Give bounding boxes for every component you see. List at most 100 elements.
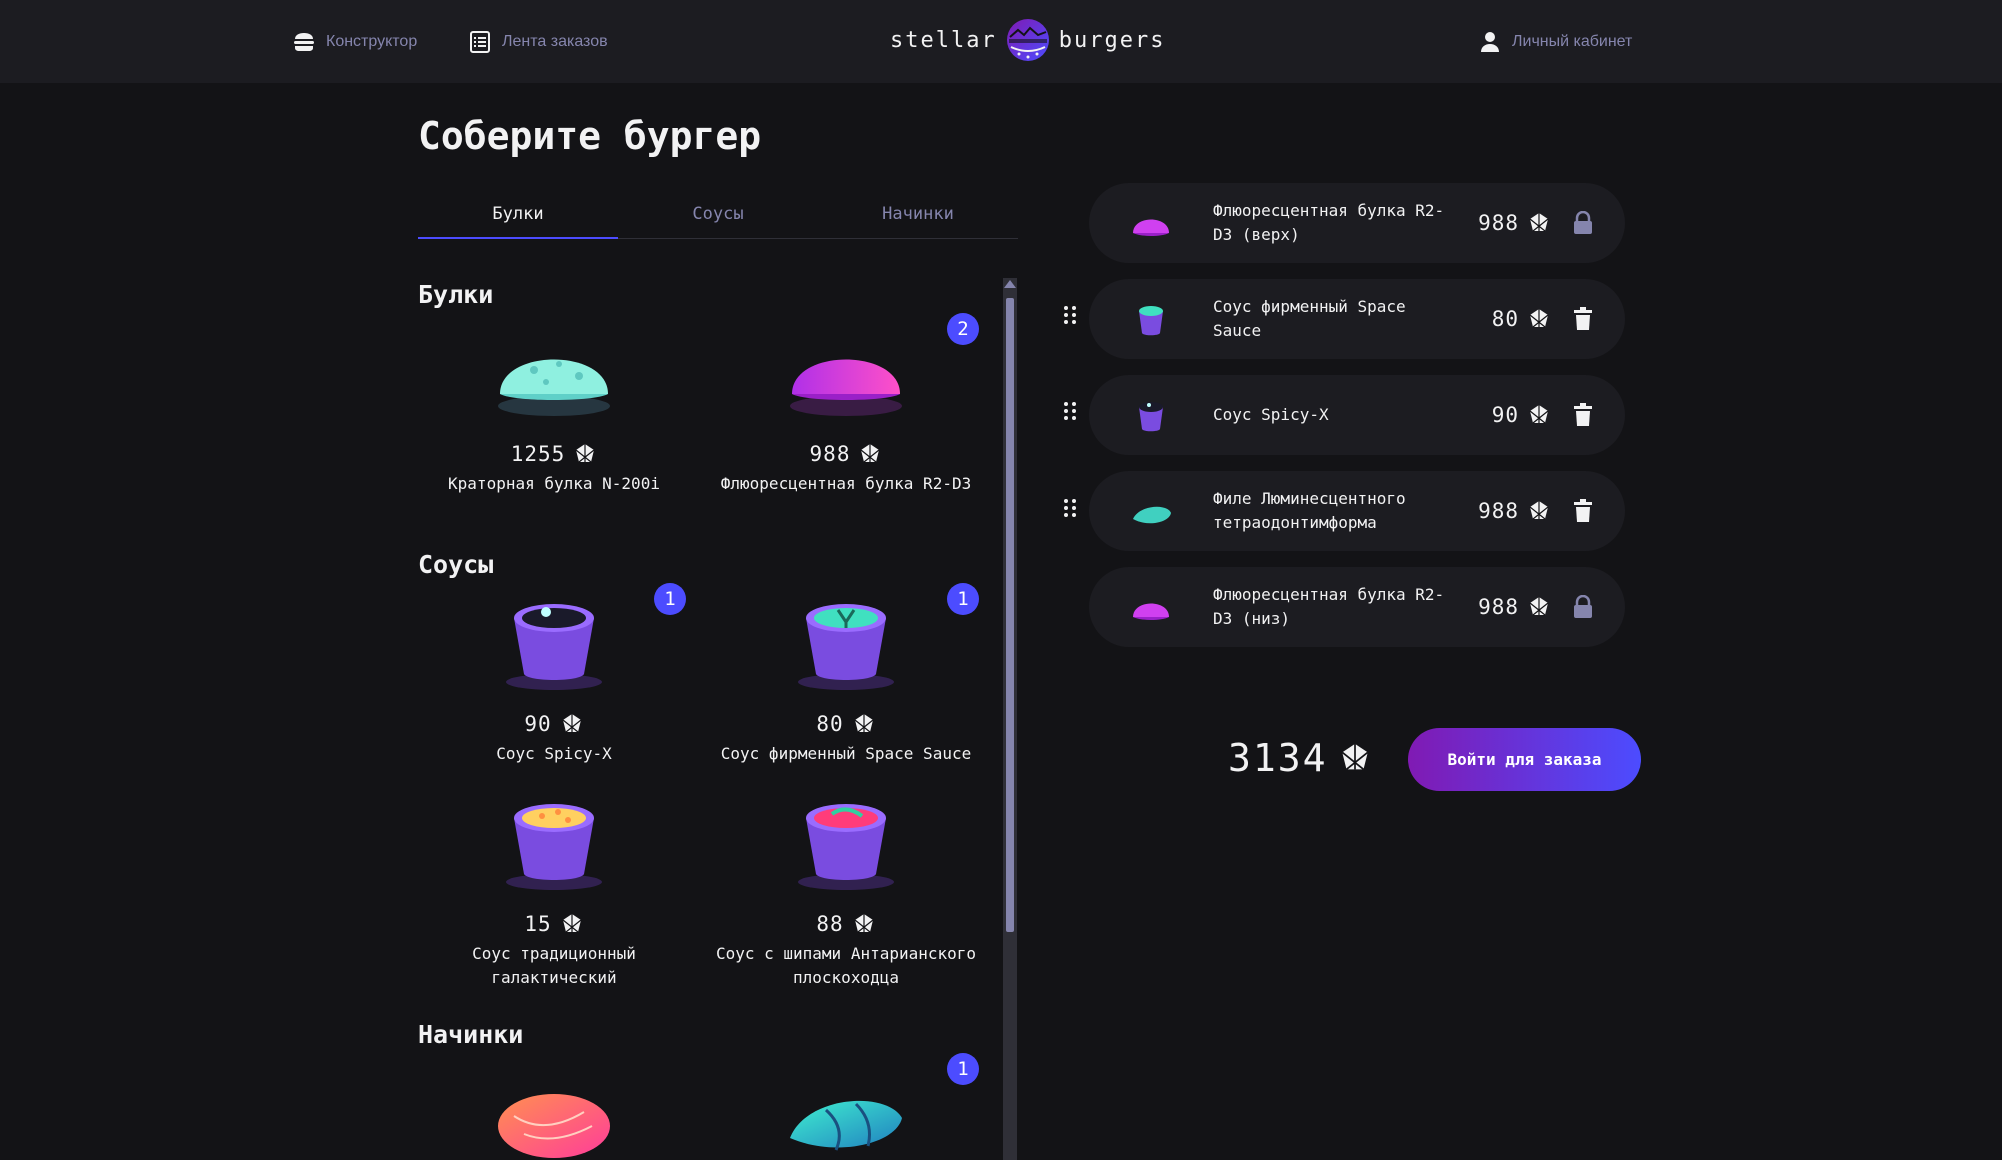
count-badge: 1: [947, 583, 979, 615]
currency-icon: [562, 914, 582, 933]
ingredients-list: Булки 1255 Краторная булка N-200i 988 Фл…: [418, 276, 1018, 1160]
ingredient-card[interactable]: 80 Соус фирменный Space Sauce: [710, 596, 982, 766]
ingredient-price: 90: [418, 712, 690, 736]
login-to-order-button[interactable]: Войти для заказа: [1408, 728, 1641, 791]
constructor-item-name: Флюоресцентная булка R2-D3 (низ): [1213, 585, 1445, 628]
currency-icon: [854, 914, 874, 933]
ingredient-price: 80: [710, 712, 982, 736]
ingredient-card[interactable]: 15 Соус традиционный галактический: [418, 796, 690, 990]
ingredient-tabs: Булки Соусы Начинки: [418, 190, 1018, 239]
fluorescent-bun-icon: [1133, 603, 1169, 620]
sauce-spiky-icon: [776, 796, 916, 892]
constructor-filling-item[interactable]: Соус фирменный Space Sauce 80: [1089, 279, 1625, 359]
price-value: 80: [1491, 307, 1519, 331]
constructor-filling-item[interactable]: Филе Люминесцентного тетраодонтимформа 9…: [1089, 471, 1625, 551]
list-icon: [470, 30, 490, 53]
constructor-item-name: Филе Люминесцентного тетраодонтимформа: [1213, 489, 1406, 532]
sauce-spicy-icon: [484, 596, 624, 692]
page-title: Соберите бургер: [418, 114, 762, 158]
constructor-item-name: Соус Spicy-X: [1213, 405, 1329, 424]
nav-account-link[interactable]: Личный кабинет: [1478, 0, 1632, 83]
sauce-spicy-icon: [1139, 402, 1163, 432]
logo-text-right: burgers: [1058, 27, 1166, 53]
trash-icon[interactable]: [1571, 499, 1595, 523]
price-value: 90: [1491, 403, 1519, 427]
user-icon: [1481, 31, 1499, 52]
currency-icon: [1529, 309, 1549, 328]
nav-feed-link[interactable]: Лента заказов: [468, 0, 608, 83]
constructor-item-name: Соус фирменный Space Sauce: [1213, 297, 1406, 340]
price-value: 988: [1478, 211, 1519, 235]
sauce-space-icon: [1139, 306, 1163, 336]
stellar-burgers-logo[interactable]: stellar burgers: [890, 14, 1185, 66]
constructor-item-name: Флюоресцентная булка R2-D3 (верх): [1213, 201, 1445, 244]
currency-icon: [1529, 213, 1549, 232]
crater-bun-icon: [484, 326, 624, 422]
constructor-bun-bottom: Флюоресцентная булка R2-D3 (низ) 988: [1089, 567, 1625, 647]
currency-icon: [562, 714, 582, 733]
currency-icon: [1529, 501, 1549, 520]
nav-feed-label: Лента заказов: [502, 32, 608, 50]
fluorescent-bun-icon: [776, 326, 916, 422]
drag-handle-icon[interactable]: [1060, 303, 1080, 327]
section-title-buns: Булки: [418, 280, 494, 309]
ingredient-card[interactable]: [418, 1066, 690, 1160]
trash-icon[interactable]: [1571, 403, 1595, 427]
constructor-item-price: 988: [1478, 183, 1551, 263]
nav-constructor-label: Конструктор: [326, 32, 418, 50]
filling-fish-icon: [776, 1066, 916, 1160]
ingredient-card[interactable]: 1255 Краторная булка N-200i: [418, 326, 690, 496]
currency-icon: [861, 444, 880, 463]
price-value: 80: [816, 712, 844, 736]
ingredient-name: Соус с шипами Антарианского плоскоходца: [715, 944, 977, 987]
price-value: 15: [524, 912, 552, 936]
price-value: 988: [809, 442, 851, 466]
currency-icon: [1341, 743, 1368, 770]
currency-icon: [1529, 405, 1549, 424]
currency-icon: [575, 444, 595, 463]
filling-fish-icon: [1133, 506, 1171, 524]
tab-buns[interactable]: Булки: [418, 190, 618, 239]
price-value: 90: [524, 712, 552, 736]
fluorescent-bun-icon: [1133, 219, 1169, 236]
planet-logo-icon: [1006, 19, 1049, 61]
order-total: 3134: [1228, 736, 1372, 780]
scrollbar-thumb[interactable]: [1006, 298, 1014, 932]
tab-sauces[interactable]: Соусы: [618, 190, 818, 238]
price-value: 88: [816, 912, 844, 936]
trash-icon[interactable]: [1571, 307, 1595, 331]
constructor-item-price: 988: [1478, 567, 1551, 647]
tab-fillings[interactable]: Начинки: [818, 190, 1018, 238]
drag-handle-icon[interactable]: [1060, 496, 1080, 520]
ingredient-card[interactable]: [710, 1066, 982, 1160]
scroll-up-arrow-icon[interactable]: [1004, 280, 1016, 288]
section-title-fillings: Начинки: [418, 1020, 524, 1049]
nav-constructor-link[interactable]: Конструктор: [292, 0, 417, 83]
count-badge: 2: [947, 313, 979, 345]
price-value: 988: [1478, 595, 1519, 619]
constructor-filling-item[interactable]: Соус Spicy-X 90: [1089, 375, 1625, 455]
ingredient-price: 15: [418, 912, 690, 936]
ingredient-name: Соус фирменный Space Sauce: [720, 744, 972, 763]
ingredient-card[interactable]: 90 Соус Spicy-X: [418, 596, 690, 766]
constructor-item-price: 988: [1478, 471, 1551, 551]
count-badge: 1: [654, 583, 686, 615]
drag-handle-icon[interactable]: [1060, 399, 1080, 423]
constructor-bun-top: Флюоресцентная булка R2-D3 (верх) 988: [1089, 183, 1625, 263]
price-value: 1255: [510, 442, 566, 466]
ingredient-price: 1255: [418, 442, 690, 466]
total-value: 3134: [1228, 736, 1328, 780]
burger-icon: [294, 32, 314, 51]
ingredient-card[interactable]: 88 Соус с шипами Антарианского плоскоход…: [710, 796, 982, 990]
ingredient-name: Соус традиционный галактический: [472, 944, 636, 987]
price-value: 988: [1478, 499, 1519, 523]
ingredient-name: Краторная булка N-200i: [448, 474, 660, 493]
lock-icon: [1571, 595, 1595, 619]
section-title-sauces: Соусы: [418, 550, 494, 579]
ingredient-price: 988: [710, 442, 982, 466]
ingredient-name: Соус Spicy-X: [496, 744, 612, 763]
logo-text-left: stellar: [890, 27, 997, 53]
ingredient-price: 88: [710, 912, 982, 936]
filling-salmon-icon: [484, 1066, 624, 1160]
ingredient-card[interactable]: 988 Флюоресцентная булка R2-D3: [710, 326, 982, 496]
